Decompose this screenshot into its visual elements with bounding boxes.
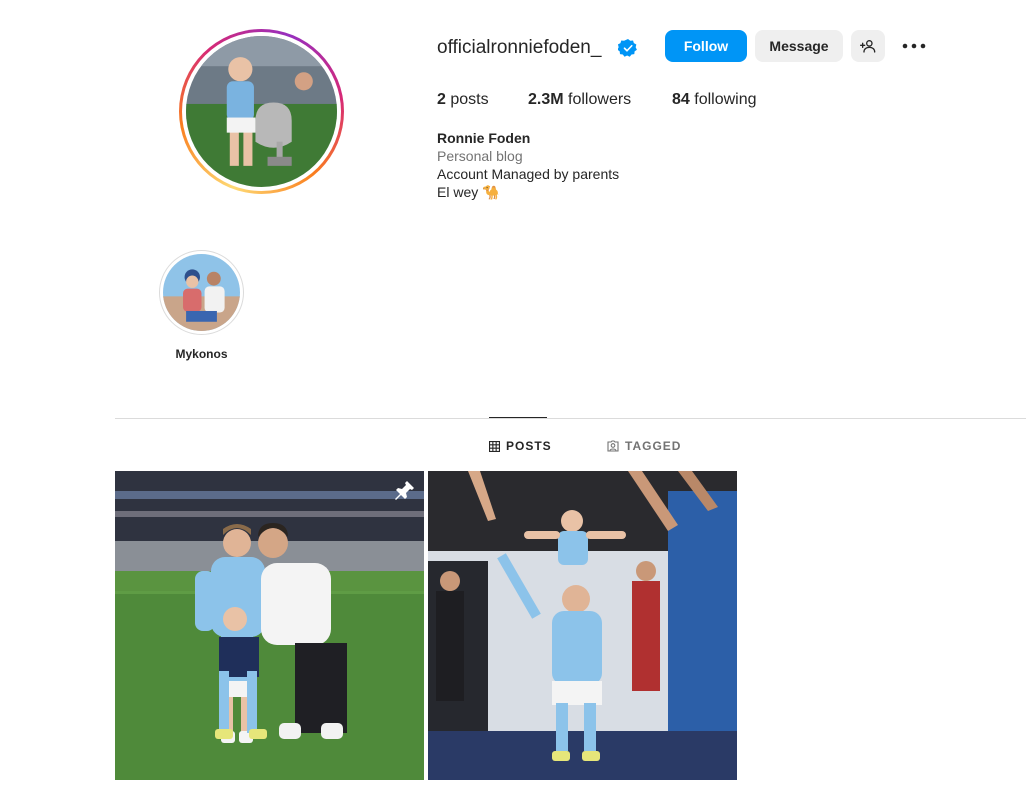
profile-full-name: Ronnie Foden bbox=[437, 130, 531, 146]
grid-icon bbox=[489, 440, 500, 452]
followers-link[interactable]: 2.3M followers bbox=[528, 90, 631, 110]
tab-tagged-label: TAGGED bbox=[625, 439, 682, 453]
profile-username: officialronniefoden_ bbox=[437, 37, 602, 58]
pin-icon bbox=[395, 481, 414, 500]
following-count-label: following bbox=[694, 91, 757, 108]
profile-avatar-frame bbox=[182, 32, 341, 191]
tab-posts-label: POSTS bbox=[506, 439, 552, 453]
highlight-cover-photo bbox=[163, 254, 240, 331]
verified-badge-icon bbox=[618, 39, 637, 57]
story-highlight-mykonos[interactable] bbox=[159, 250, 244, 335]
suggested-accounts-button[interactable] bbox=[851, 30, 885, 62]
post-thumbnail[interactable] bbox=[428, 471, 737, 780]
person-add-icon bbox=[860, 40, 876, 53]
highlight-label: Mykonos bbox=[175, 347, 228, 361]
posts-count-value: 2 bbox=[437, 91, 446, 108]
active-tab-indicator bbox=[489, 417, 547, 418]
profile-avatar-ring[interactable] bbox=[179, 29, 344, 194]
more-horizontal-icon[interactable] bbox=[902, 36, 926, 56]
following-link[interactable]: 84 following bbox=[672, 90, 757, 110]
posts-count: 2 posts bbox=[437, 90, 489, 110]
tag-person-icon bbox=[607, 440, 619, 452]
posts-count-label: posts bbox=[450, 91, 489, 108]
post-thumbnail[interactable] bbox=[115, 471, 424, 780]
tab-tagged[interactable]: TAGGED bbox=[607, 438, 681, 454]
post-image bbox=[428, 471, 737, 780]
post-image bbox=[115, 471, 424, 780]
bio-line: El wey 🐪 bbox=[437, 184, 500, 200]
tab-posts[interactable]: POSTS bbox=[489, 438, 552, 454]
profile-avatar-photo bbox=[186, 36, 337, 187]
profile-category: Personal blog bbox=[437, 148, 523, 164]
message-button[interactable]: Message bbox=[755, 30, 843, 62]
followers-count-label: followers bbox=[568, 91, 632, 108]
following-count-value: 84 bbox=[672, 91, 690, 108]
follow-button[interactable]: Follow bbox=[665, 30, 747, 62]
bio-line: Account Managed by parents bbox=[437, 166, 620, 182]
followers-count-value: 2.3M bbox=[528, 91, 564, 108]
tabs-divider bbox=[115, 418, 1026, 419]
